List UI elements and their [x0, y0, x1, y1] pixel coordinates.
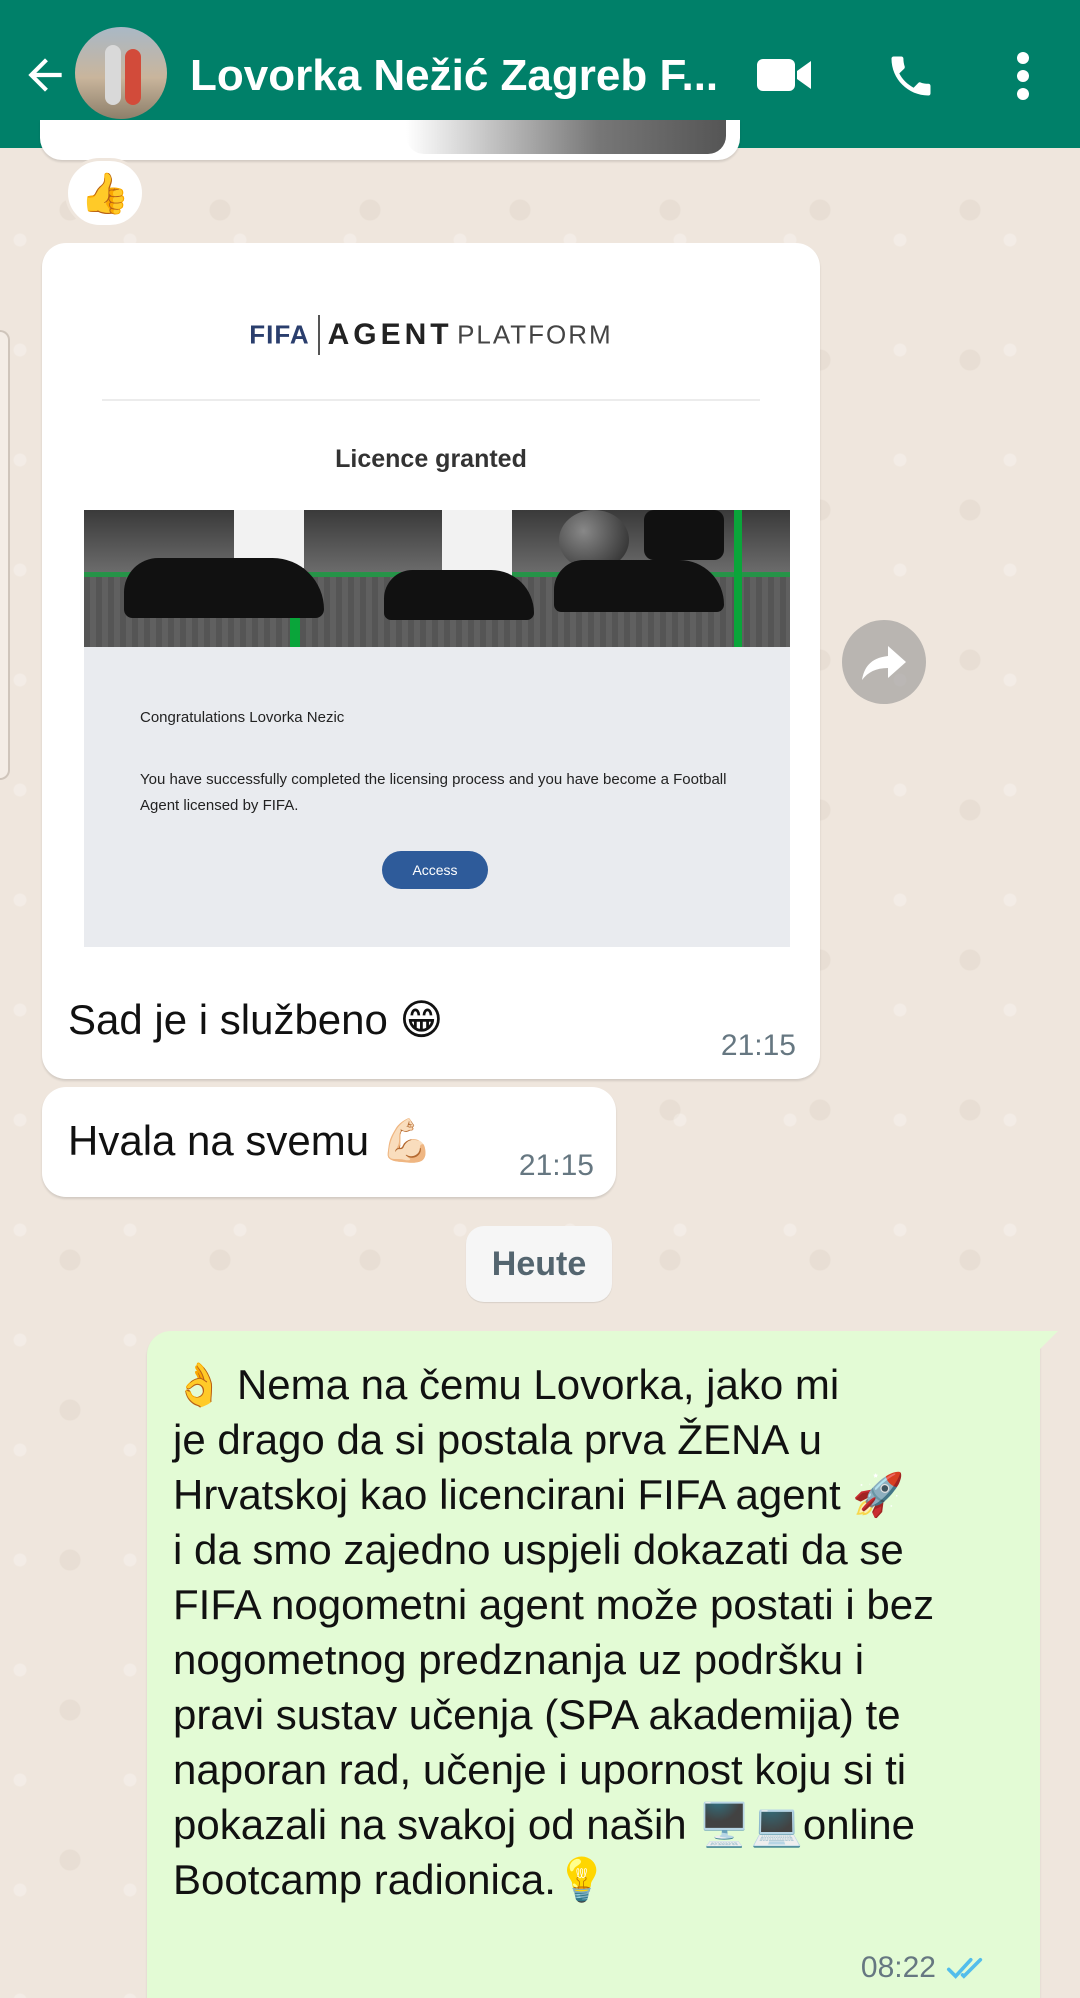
email-screenshot-image[interactable]: FIFA AGENT PLATFORM Licence granted Congr…	[60, 259, 802, 977]
forward-button[interactable]	[842, 620, 926, 704]
date-separator: Heute	[466, 1226, 612, 1302]
outgoing-message-bubble[interactable]: 👌 Nema na čemu Lovorka, jako mi je drago…	[147, 1331, 1058, 1998]
avatar-figure	[105, 45, 121, 105]
email-body-text: You have successfully completed the lice…	[140, 771, 727, 814]
edge-panel-handle[interactable]	[0, 330, 10, 780]
football-boots-photo	[84, 510, 790, 647]
contact-name[interactable]: Lovorka Nežić Zagreb F...	[190, 50, 730, 102]
logo-agent-text: AGENT	[327, 318, 453, 351]
forward-icon	[862, 646, 906, 680]
fifa-agent-platform-logo: FIFA AGENT PLATFORM	[60, 315, 802, 365]
image-message-bubble[interactable]: FIFA AGENT PLATFORM Licence granted Congr…	[42, 243, 820, 1079]
avatar[interactable]	[75, 27, 167, 119]
logo-separator	[317, 315, 320, 355]
previous-image-edge	[406, 120, 726, 154]
reaction-badge[interactable]: 👍	[65, 158, 145, 228]
thumbs-up-icon: 👍	[80, 171, 130, 216]
email-greeting: Congratulations Lovorka Nezic	[140, 709, 345, 726]
incoming-message-bubble[interactable]: Hvala na svemu 💪🏻 21:15	[42, 1087, 616, 1197]
message-meta: 08:22	[861, 1951, 990, 1985]
image-caption: Sad je i službeno 😁	[68, 996, 444, 1043]
access-button: Access	[382, 851, 488, 889]
divider	[102, 399, 760, 401]
message-time: 21:15	[720, 1029, 796, 1062]
video-call-icon[interactable]	[755, 50, 815, 100]
previous-message-bubble[interactable]	[40, 120, 740, 160]
read-receipt-double-check-icon	[946, 1957, 983, 1979]
message-time: 21:15	[518, 1149, 594, 1182]
message-text: 👌 Nema na čemu Lovorka, jako mi je drago…	[173, 1361, 935, 1903]
email-body: Congratulations Lovorka Nezic You have s…	[84, 647, 790, 947]
avatar-figure	[125, 49, 141, 105]
more-vert-icon[interactable]	[1005, 48, 1041, 104]
logo-fifa-text: FIFA	[249, 319, 310, 350]
back-arrow-icon[interactable]	[20, 50, 70, 100]
phone-icon[interactable]	[885, 50, 937, 102]
message-time: 08:22	[860, 1951, 936, 1984]
message-text: Hvala na svemu 💪🏻	[68, 1117, 434, 1164]
email-title: Licence granted	[335, 445, 527, 473]
logo-platform-text: PLATFORM	[457, 319, 613, 350]
bubble-tail	[1038, 1331, 1058, 1351]
